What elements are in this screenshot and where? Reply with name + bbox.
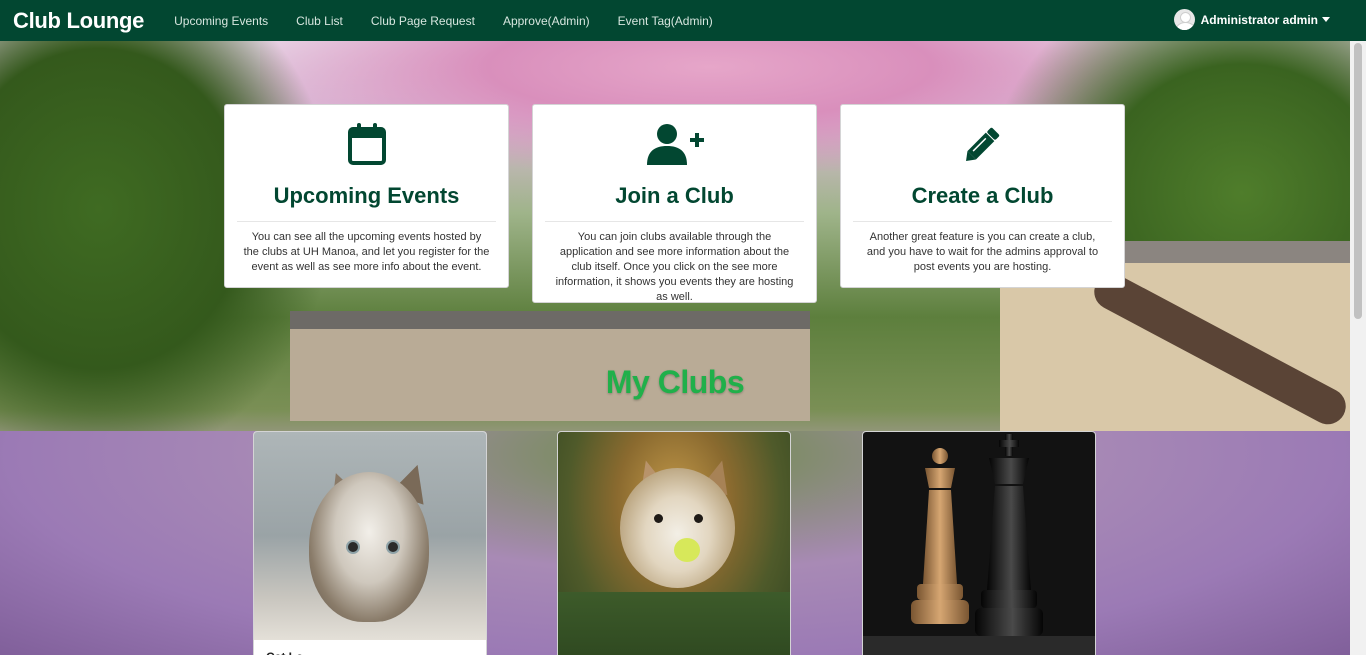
pencil-icon: [841, 121, 1124, 167]
top-navbar: Club Lounge Upcoming Events Club List Cl…: [0, 0, 1366, 41]
user-menu-dropdown[interactable]: Administrator admin: [1173, 9, 1330, 30]
feature-title: Join a Club: [545, 183, 804, 222]
brand-logo-link[interactable]: Club Lounge: [13, 8, 144, 34]
feature-card-upcoming-events: Upcoming Events You can see all the upco…: [224, 104, 509, 288]
dog-photo: [558, 432, 790, 655]
user-name-label: Administrator admin: [1200, 12, 1318, 27]
vertical-scrollbar[interactable]: [1350, 41, 1366, 655]
calendar-icon: [225, 121, 508, 167]
nav-club-page-request[interactable]: Club Page Request: [371, 14, 475, 28]
feature-title: Upcoming Events: [237, 183, 496, 222]
club-card[interactable]: [862, 431, 1096, 655]
nav-approve-admin[interactable]: Approve(Admin): [503, 14, 590, 28]
feature-title: Create a Club: [853, 183, 1112, 222]
club-name: Cat Lo...: [254, 640, 486, 655]
user-plus-icon: [533, 121, 816, 167]
feature-card-join-club: Join a Club You can join clubs available…: [532, 104, 817, 303]
scrollbar-thumb[interactable]: [1354, 43, 1362, 319]
club-card[interactable]: Cat Lo...: [253, 431, 487, 655]
nav-event-tag-admin[interactable]: Event Tag(Admin): [618, 14, 713, 28]
avatar: [1173, 9, 1195, 30]
kitten-photo: [254, 432, 486, 640]
club-card[interactable]: [557, 431, 791, 655]
nav-club-list[interactable]: Club List: [296, 14, 343, 28]
feature-description: Another great feature is you can create …: [866, 231, 1099, 273]
caret-down-icon: [1322, 17, 1330, 22]
my-clubs-heading: My Clubs: [605, 364, 745, 400]
nav-upcoming-events[interactable]: Upcoming Events: [174, 14, 268, 28]
feature-description: You can see all the upcoming events host…: [243, 231, 490, 273]
feature-card-create-club: Create a Club Another great feature is y…: [840, 104, 1125, 288]
chess-photo: [863, 432, 1095, 655]
feature-description: You can join clubs available through the…: [555, 231, 794, 303]
